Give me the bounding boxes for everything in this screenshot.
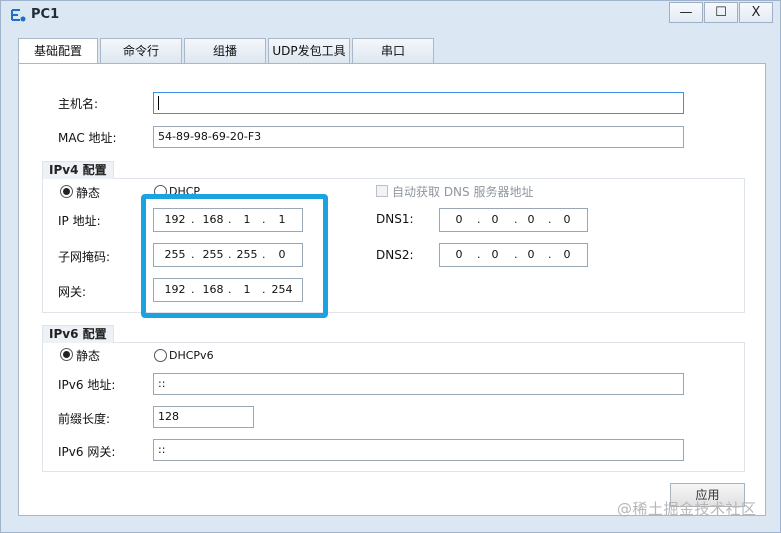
pc-config-window: PC1 — ☐ X 基础配置 命令行 组播 UDP发包工具 串口 主机名: MA… bbox=[0, 0, 781, 533]
hostname-label: 主机名: bbox=[58, 97, 99, 111]
ipv6-gateway-label: IPv6 网关: bbox=[58, 445, 116, 459]
auto-dns-checkbox[interactable] bbox=[376, 185, 388, 197]
dns1-octet-1: 0 bbox=[455, 213, 463, 226]
tab-udp-tool[interactable]: UDP发包工具 bbox=[268, 38, 350, 64]
ipv4-static-radio[interactable] bbox=[60, 185, 73, 198]
ip-address-label: IP 地址: bbox=[58, 214, 101, 228]
tab-serial[interactable]: 串口 bbox=[352, 38, 434, 64]
ipv6-static-radio[interactable] bbox=[60, 348, 73, 361]
ipv4-section-title: IPv4 配置 bbox=[42, 161, 114, 179]
dns2-octet-4: 0 bbox=[563, 248, 571, 261]
dns2-label: DNS2: bbox=[376, 248, 414, 262]
dns1-octet-3: 0 bbox=[527, 213, 535, 226]
ip-dot: . bbox=[548, 213, 552, 226]
dns1-label: DNS1: bbox=[376, 212, 414, 226]
tab-command-line[interactable]: 命令行 bbox=[100, 38, 182, 64]
mac-label: MAC 地址: bbox=[58, 131, 117, 145]
close-button[interactable]: X bbox=[739, 2, 773, 23]
ipv4-static-label: 静态 bbox=[76, 186, 101, 200]
ip-dot: . bbox=[548, 248, 552, 261]
watermark: @稀土掘金技术社区 bbox=[617, 500, 757, 518]
title-bar[interactable]: PC1 — ☐ X bbox=[1, 1, 780, 29]
ipv6-address-input[interactable]: :: bbox=[153, 373, 684, 395]
minimize-button[interactable]: — bbox=[669, 2, 703, 23]
ipv6-dhcp-radio[interactable] bbox=[154, 349, 167, 362]
prefix-length-input[interactable]: 128 bbox=[153, 406, 254, 428]
dns1-octet-4: 0 bbox=[563, 213, 571, 226]
window-title: PC1 bbox=[31, 7, 60, 22]
dns2-octet-1: 0 bbox=[455, 248, 463, 261]
ipv6-gateway-input[interactable]: :: bbox=[153, 439, 684, 461]
auto-dns-label: 自动获取 DNS 服务器地址 bbox=[392, 185, 534, 199]
ipv6-section-title: IPv6 配置 bbox=[42, 325, 114, 343]
ipv6-static-label: 静态 bbox=[76, 349, 101, 363]
ipv6-dhcp-label: DHCPv6 bbox=[169, 349, 214, 362]
maximize-button[interactable]: ☐ bbox=[704, 2, 738, 23]
hostname-input[interactable] bbox=[153, 92, 684, 114]
text-caret bbox=[158, 96, 159, 110]
ipv6-address-label: IPv6 地址: bbox=[58, 378, 116, 392]
highlight-box bbox=[141, 194, 328, 318]
prefix-length-label: 前缀长度: bbox=[58, 412, 111, 426]
dns1-input[interactable]: 0 . 0 . 0 . 0 bbox=[439, 208, 588, 232]
gateway-label: 网关: bbox=[58, 285, 87, 299]
dns2-input[interactable]: 0 . 0 . 0 . 0 bbox=[439, 243, 588, 267]
tab-basic-config[interactable]: 基础配置 bbox=[18, 38, 98, 65]
subnet-mask-label: 子网掩码: bbox=[58, 250, 111, 264]
app-icon bbox=[11, 9, 26, 22]
mac-field[interactable]: 54-89-98-69-20-F3 bbox=[153, 126, 684, 148]
dns1-octet-2: 0 bbox=[491, 213, 499, 226]
tab-multicast[interactable]: 组播 bbox=[184, 38, 266, 64]
dns2-octet-3: 0 bbox=[527, 248, 535, 261]
dns2-octet-2: 0 bbox=[491, 248, 499, 261]
